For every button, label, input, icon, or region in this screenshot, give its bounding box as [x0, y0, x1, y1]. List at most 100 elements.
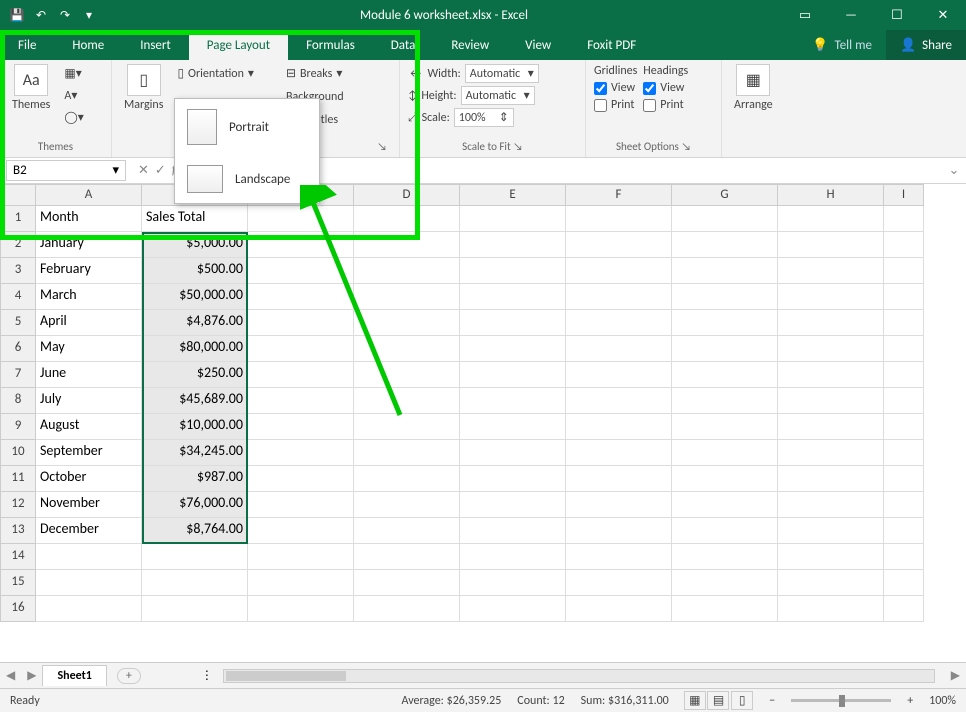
cell[interactable] — [566, 284, 672, 310]
cell[interactable] — [884, 362, 924, 388]
page-break-view-button[interactable]: ▯ — [731, 691, 753, 710]
cell[interactable] — [142, 570, 248, 596]
tab-home[interactable]: Home — [54, 30, 122, 60]
cell[interactable] — [884, 310, 924, 336]
cell[interactable] — [672, 440, 778, 466]
orientation-button[interactable]: ▯ Orientation ▾ — [173, 64, 258, 83]
cell[interactable] — [460, 466, 566, 492]
cell[interactable]: November — [36, 492, 142, 518]
cell[interactable]: $5,000.00 — [142, 232, 248, 258]
cell[interactable] — [142, 596, 248, 622]
cell[interactable] — [248, 414, 354, 440]
cell[interactable] — [354, 232, 460, 258]
tab-file[interactable]: File — [0, 30, 54, 60]
cancel-icon[interactable]: ✕ — [138, 163, 149, 178]
cell[interactable] — [354, 440, 460, 466]
cell[interactable]: $80,000.00 — [142, 336, 248, 362]
row-header[interactable]: 2 — [0, 232, 36, 258]
cell[interactable] — [884, 570, 924, 596]
cell[interactable] — [248, 310, 354, 336]
scale-spinner[interactable]: 100%⇕ — [454, 108, 514, 127]
cell[interactable] — [248, 596, 354, 622]
cell[interactable]: June — [36, 362, 142, 388]
cell[interactable] — [884, 596, 924, 622]
effects-button[interactable]: ◯▾ — [60, 108, 87, 127]
sheet-tab[interactable]: Sheet1 — [42, 665, 106, 686]
cell[interactable] — [248, 544, 354, 570]
cell[interactable] — [354, 492, 460, 518]
cell[interactable] — [566, 440, 672, 466]
zoom-out[interactable]: − — [769, 694, 775, 708]
cell[interactable] — [566, 232, 672, 258]
cell[interactable]: $45,689.00 — [142, 388, 248, 414]
minimize-icon[interactable]: — — [828, 8, 874, 23]
cell[interactable] — [566, 596, 672, 622]
cell[interactable] — [566, 336, 672, 362]
cell[interactable]: $10,000.00 — [142, 414, 248, 440]
cell[interactable] — [672, 206, 778, 232]
cell[interactable]: September — [36, 440, 142, 466]
cell[interactable] — [460, 310, 566, 336]
tab-view[interactable]: View — [507, 30, 569, 60]
col-header-F[interactable]: F — [566, 184, 672, 206]
cell[interactable] — [248, 570, 354, 596]
cell[interactable] — [460, 544, 566, 570]
cell[interactable] — [460, 206, 566, 232]
cell[interactable] — [884, 336, 924, 362]
headings-print-checkbox[interactable]: Print — [643, 98, 688, 112]
name-box[interactable]: B2 ▾ — [6, 160, 126, 181]
margins-button[interactable]: ▯ Margins — [120, 64, 167, 112]
new-sheet-button[interactable]: + — [117, 668, 141, 684]
cell[interactable] — [354, 362, 460, 388]
zoom-in[interactable]: + — [907, 694, 913, 708]
cell[interactable] — [460, 258, 566, 284]
cell[interactable] — [36, 596, 142, 622]
cell[interactable] — [566, 544, 672, 570]
cell[interactable]: $987.00 — [142, 466, 248, 492]
fonts-button[interactable]: A▾ — [60, 86, 87, 105]
cell[interactable] — [884, 466, 924, 492]
row-header[interactable]: 10 — [0, 440, 36, 466]
cell[interactable] — [354, 284, 460, 310]
cell[interactable]: August — [36, 414, 142, 440]
cell[interactable] — [778, 284, 884, 310]
themes-button[interactable]: Aa Themes — [8, 64, 54, 112]
cell[interactable]: $500.00 — [142, 258, 248, 284]
row-header[interactable]: 5 — [0, 310, 36, 336]
scale-to-fit-dialog-launcher[interactable]: ↘ — [513, 140, 523, 153]
cell[interactable] — [460, 284, 566, 310]
cell[interactable]: January — [36, 232, 142, 258]
width-select[interactable]: Automatic▾ — [465, 64, 539, 83]
cell[interactable] — [778, 362, 884, 388]
cell[interactable] — [248, 284, 354, 310]
row-header[interactable]: 12 — [0, 492, 36, 518]
save-icon[interactable]: 💾 — [8, 6, 26, 24]
height-select[interactable]: Automatic▾ — [461, 86, 535, 105]
cell[interactable]: February — [36, 258, 142, 284]
cell[interactable] — [460, 440, 566, 466]
cell[interactable]: $50,000.00 — [142, 284, 248, 310]
cell[interactable] — [778, 492, 884, 518]
tell-me[interactable]: 💡 Tell me — [798, 30, 886, 60]
cell[interactable] — [672, 258, 778, 284]
cell[interactable]: October — [36, 466, 142, 492]
gridlines-view-checkbox[interactable]: View — [594, 81, 637, 95]
cell[interactable] — [566, 466, 672, 492]
cell[interactable] — [36, 570, 142, 596]
cell[interactable] — [884, 492, 924, 518]
expand-formula-bar[interactable]: ⌄ — [942, 163, 966, 178]
enter-icon[interactable]: ✓ — [155, 163, 166, 178]
cell[interactable] — [884, 518, 924, 544]
cell[interactable] — [884, 258, 924, 284]
cell[interactable] — [884, 388, 924, 414]
col-header-D[interactable]: D — [354, 184, 460, 206]
cell[interactable] — [460, 492, 566, 518]
cell[interactable] — [672, 284, 778, 310]
tab-foxit-pdf[interactable]: Foxit PDF — [569, 30, 654, 60]
cell[interactable] — [36, 544, 142, 570]
select-all-corner[interactable] — [0, 184, 36, 206]
ribbon-display-options-icon[interactable]: ▭ — [782, 8, 828, 23]
cell[interactable]: $76,000.00 — [142, 492, 248, 518]
col-header-A[interactable]: A — [36, 184, 142, 206]
row-header[interactable]: 8 — [0, 388, 36, 414]
